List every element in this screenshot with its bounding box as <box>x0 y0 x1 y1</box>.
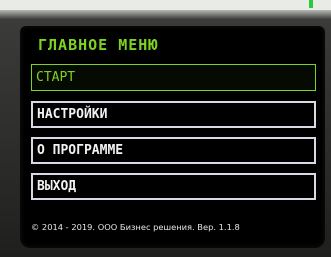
menu-item-about[interactable]: О ПРОГРАММЕ <box>31 137 316 164</box>
device-top-shade <box>0 10 331 20</box>
menu-item-exit[interactable]: ВЫХОД <box>31 173 316 200</box>
menu-title: ГЛАВНОЕ МЕНЮ <box>38 36 159 54</box>
status-led-icon <box>309 0 313 8</box>
menu-item-start[interactable]: СТАРТ <box>31 64 316 91</box>
copyright-footer: © 2014 - 2019. ООО Бизнес решения. Вер. … <box>31 222 240 232</box>
menu-item-settings[interactable]: НАСТРОЙКИ <box>31 101 316 128</box>
